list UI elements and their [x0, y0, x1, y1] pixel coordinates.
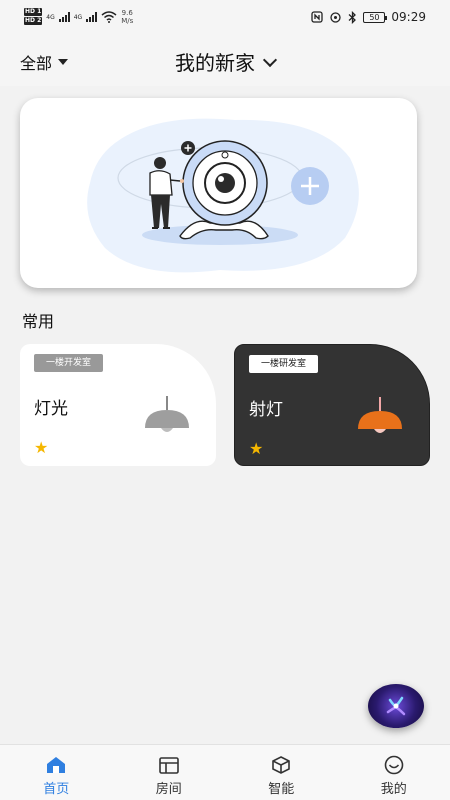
nfc-icon — [311, 11, 324, 23]
pendant-lamp-icon — [358, 397, 402, 433]
pendant-lamp-icon — [145, 396, 189, 432]
tab-mine[interactable]: 我的 — [338, 745, 450, 800]
favorite-star-icon[interactable]: ★ — [249, 441, 263, 457]
network-type-2: 4G — [73, 13, 83, 21]
network-speed: 9.6 M/s — [121, 9, 133, 25]
room-tag: 一楼开发室 — [34, 354, 104, 372]
vibrate-icon — [330, 11, 342, 23]
voice-assistant-icon — [386, 696, 406, 716]
speed-unit: M/s — [121, 17, 134, 25]
device-name: 射灯 — [249, 400, 283, 420]
battery-icon: 50 — [363, 11, 388, 23]
tab-label: 首页 — [43, 782, 70, 797]
voice-assistant-button[interactable] — [368, 684, 424, 728]
add-device-banner[interactable] — [20, 98, 417, 288]
bottom-tab-bar: 首页 房间 智能 我的 — [0, 744, 450, 800]
device-name: 灯光 — [34, 399, 68, 419]
tab-home[interactable]: 首页 — [0, 745, 113, 800]
tab-label: 我的 — [380, 782, 407, 797]
top-bar: 全部 我的新家 — [0, 36, 450, 86]
room-icon — [158, 757, 179, 774]
section-title-frequent: 常用 — [22, 312, 55, 331]
status-left: HD 1 HD 2 4G 4G 9.6 M/s — [24, 8, 133, 26]
home-name: 我的新家 — [175, 51, 255, 75]
person-with-camera-illustration — [87, 118, 359, 273]
clock: 09:29 — [391, 10, 426, 24]
signal-icon — [58, 12, 70, 22]
tab-label: 房间 — [155, 782, 182, 797]
room-tag: 一楼研发室 — [249, 355, 319, 373]
device-card[interactable]: 一楼研发室 射灯 ★ — [234, 344, 430, 466]
home-icon — [47, 757, 66, 773]
speed-value: 9.6 — [121, 9, 133, 17]
status-bar: HD 1 HD 2 4G 4G 9.6 M/s 50 09:29 — [0, 0, 450, 36]
tab-rooms[interactable]: 房间 — [113, 745, 226, 800]
hd1-badge: HD 1 — [24, 8, 43, 16]
device-card[interactable]: 一楼开发室 灯光 ★ — [20, 344, 216, 466]
tab-smart[interactable]: 智能 — [225, 745, 338, 800]
smile-icon — [384, 755, 404, 775]
cube-icon — [272, 756, 291, 774]
bluetooth-icon — [348, 10, 357, 24]
home-selector[interactable]: 我的新家 — [0, 47, 450, 76]
wifi-icon — [101, 11, 117, 23]
chevron-down-icon — [262, 52, 278, 68]
tab-label: 智能 — [268, 782, 295, 797]
hd2-badge: HD 2 — [24, 17, 43, 25]
signal-icon — [86, 12, 98, 22]
hd-badges: HD 1 HD 2 — [24, 8, 43, 26]
status-right: 50 09:29 — [311, 10, 426, 24]
favorite-star-icon[interactable]: ★ — [34, 440, 48, 456]
network-type-1: 4G — [46, 13, 55, 21]
